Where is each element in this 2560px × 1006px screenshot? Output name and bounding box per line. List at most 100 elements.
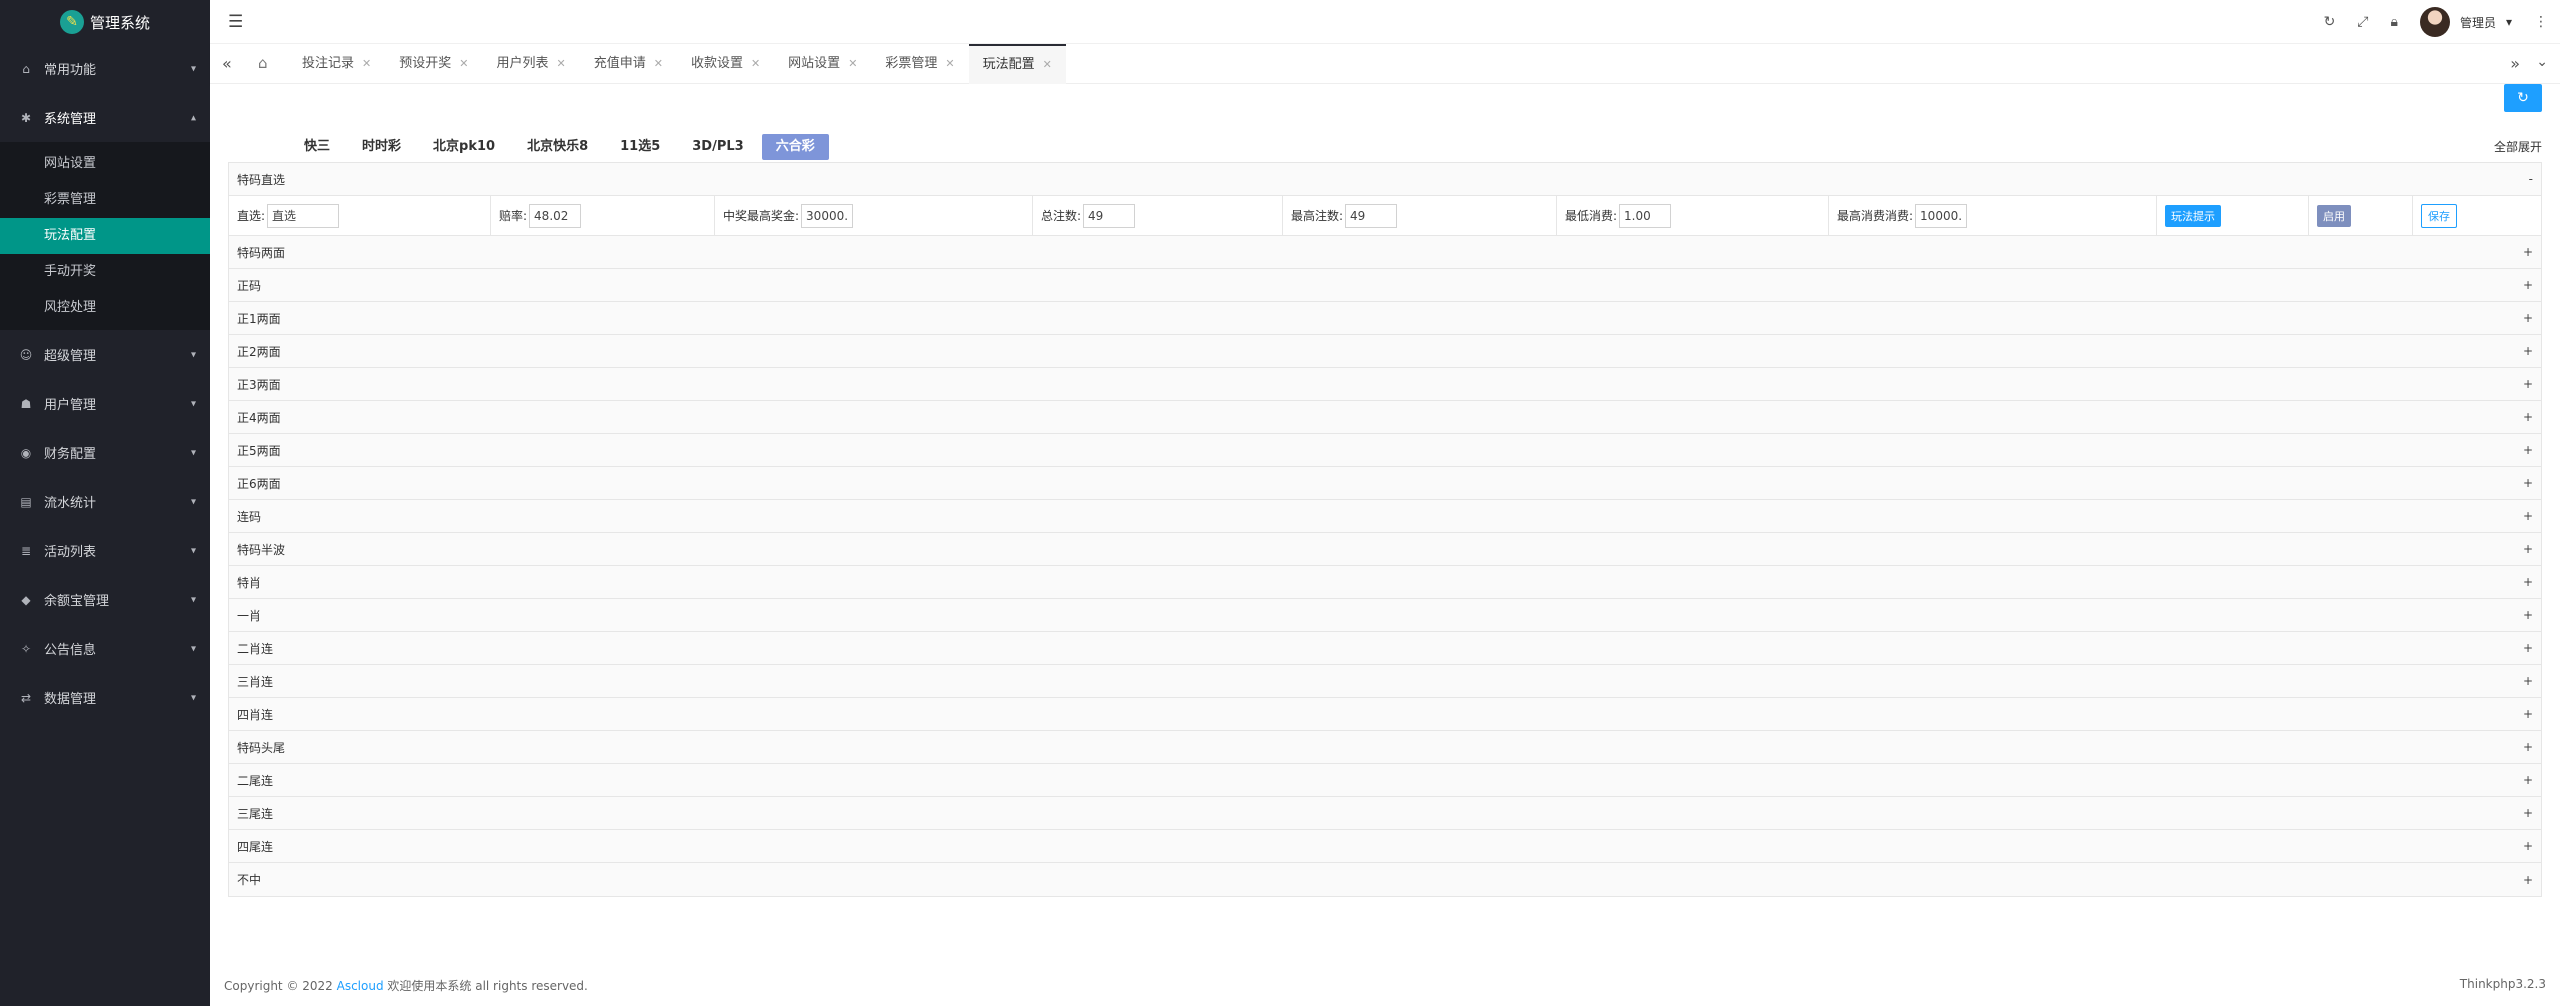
sidebar-subitem-play-config[interactable]: 玩法配置: [0, 218, 210, 254]
close-icon[interactable]: ✕: [654, 57, 663, 70]
lottery-tab-kl8[interactable]: 北京快乐8: [513, 134, 602, 160]
brand-link[interactable]: Ascloud: [337, 979, 384, 993]
sidebar-item-system[interactable]: ✱ 系统管理 ▴: [0, 93, 210, 142]
close-icon[interactable]: ✕: [1043, 58, 1052, 71]
max-prize-input[interactable]: [801, 203, 854, 228]
sidebar-item-stats[interactable]: ▤ 流水统计 ▾: [0, 477, 210, 526]
play-group-row[interactable]: 正5两面 +: [229, 434, 2541, 467]
chevron-down-icon[interactable]: ⌄: [2536, 54, 2548, 70]
play-group-row[interactable]: 连码 +: [229, 500, 2541, 533]
lottery-tab-pk10[interactable]: 北京pk10: [419, 134, 509, 160]
expand-icon[interactable]: +: [2523, 707, 2533, 721]
expand-icon[interactable]: +: [2523, 608, 2533, 622]
tab-user-list[interactable]: 用户列表 ✕: [482, 44, 579, 84]
sidebar-item-yuebao[interactable]: ◆ 余额宝管理 ▾: [0, 575, 210, 624]
play-tip-button[interactable]: 玩法提示: [2165, 204, 2221, 227]
sidebar-item-data[interactable]: ⇄ 数据管理 ▾: [0, 673, 210, 722]
enable-button[interactable]: 启用: [2317, 204, 2351, 227]
tab-recharge[interactable]: 充值申请 ✕: [580, 44, 677, 84]
sidebar-item-common[interactable]: ⌂ 常用功能 ▾: [0, 44, 210, 93]
sidebar-subitem-manual-draw[interactable]: 手动开奖: [0, 254, 210, 290]
play-group-row[interactable]: 四尾连 +: [229, 830, 2541, 863]
sidebar-subitem-risk[interactable]: 风控处理: [0, 290, 210, 326]
tab-site-settings[interactable]: 网站设置 ✕: [774, 44, 871, 84]
save-button[interactable]: 保存: [2421, 203, 2457, 228]
close-icon[interactable]: ✕: [556, 57, 565, 70]
collapse-icon[interactable]: -: [2529, 172, 2533, 186]
play-group-header[interactable]: 特码直选 -: [229, 163, 2541, 196]
sidebar-item-notice[interactable]: ✧ 公告信息 ▾: [0, 624, 210, 673]
play-group-row[interactable]: 二肖连 +: [229, 632, 2541, 665]
play-name-input[interactable]: [267, 203, 340, 228]
expand-icon[interactable]: +: [2523, 542, 2533, 556]
odds-input[interactable]: [529, 203, 582, 228]
play-group-row[interactable]: 一肖 +: [229, 599, 2541, 632]
max-cost-input[interactable]: [1915, 203, 1968, 228]
play-group-row[interactable]: 正6两面 +: [229, 467, 2541, 500]
expand-icon[interactable]: +: [2523, 344, 2533, 358]
sidebar-item-users[interactable]: ☗ 用户管理 ▾: [0, 379, 210, 428]
play-group-row[interactable]: 特肖 +: [229, 566, 2541, 599]
home-tab-icon[interactable]: ⌂: [258, 54, 268, 72]
play-group-row[interactable]: 正3两面 +: [229, 368, 2541, 401]
play-group-row[interactable]: 不中 +: [229, 863, 2541, 896]
expand-icon[interactable]: +: [2523, 674, 2533, 688]
play-group-row[interactable]: 正码 +: [229, 269, 2541, 302]
expand-icon[interactable]: +: [2523, 873, 2533, 887]
expand-icon[interactable]: +: [2523, 509, 2533, 523]
expand-icon[interactable]: +: [2523, 476, 2533, 490]
sidebar-item-activities[interactable]: ≣ 活动列表 ▾: [0, 526, 210, 575]
close-icon[interactable]: ✕: [751, 57, 760, 70]
expand-icon[interactable]: +: [2523, 311, 2533, 325]
play-group-row[interactable]: 二尾连 +: [229, 764, 2541, 797]
tabs-prev-icon[interactable]: «: [222, 54, 232, 73]
expand-icon[interactable]: +: [2523, 410, 2533, 424]
lottery-tab-3d[interactable]: 3D/PL3: [678, 134, 757, 160]
lottery-tab-k3[interactable]: 快三: [290, 134, 344, 160]
sidebar-subitem-site-settings[interactable]: 网站设置: [0, 146, 210, 182]
play-group-row[interactable]: 特码两面 +: [229, 236, 2541, 269]
fullscreen-icon[interactable]: ⤢: [2357, 14, 2368, 30]
expand-icon[interactable]: +: [2523, 245, 2533, 259]
close-icon[interactable]: ✕: [459, 57, 468, 70]
expand-icon[interactable]: +: [2523, 839, 2533, 853]
min-cost-input[interactable]: [1619, 203, 1672, 228]
sidebar-item-super-admin[interactable]: ☺ 超级管理 ▾: [0, 330, 210, 379]
menu-toggle-icon[interactable]: ☰: [228, 12, 243, 32]
expand-all-link[interactable]: 全部展开: [2494, 138, 2542, 155]
play-group-row[interactable]: 正4两面 +: [229, 401, 2541, 434]
play-group-row[interactable]: 正2两面 +: [229, 335, 2541, 368]
lock-icon[interactable]: 🔒︎: [2391, 14, 2398, 30]
close-icon[interactable]: ✕: [945, 57, 954, 70]
play-group-row[interactable]: 正1两面 +: [229, 302, 2541, 335]
app-logo[interactable]: ✎ 管理系统: [0, 0, 210, 44]
expand-icon[interactable]: +: [2523, 278, 2533, 292]
lottery-tab-ssc[interactable]: 时时彩: [348, 134, 415, 160]
user-menu[interactable]: 管理员 ▾: [2419, 7, 2512, 37]
lottery-tab-lhc[interactable]: 六合彩: [761, 134, 829, 160]
expand-icon[interactable]: +: [2523, 377, 2533, 391]
tab-payment-settings[interactable]: 收款设置 ✕: [677, 44, 774, 84]
play-group-row[interactable]: 三尾连 +: [229, 797, 2541, 830]
total-bets-input[interactable]: [1083, 203, 1136, 228]
expand-icon[interactable]: +: [2523, 575, 2533, 589]
tab-bet-records[interactable]: 投注记录 ✕: [288, 44, 385, 84]
sidebar-subitem-lottery[interactable]: 彩票管理: [0, 182, 210, 218]
expand-icon[interactable]: +: [2523, 443, 2533, 457]
refresh-icon[interactable]: ↻: [2324, 14, 2336, 30]
tabs-next-icon[interactable]: »: [2510, 54, 2520, 73]
expand-icon[interactable]: +: [2523, 806, 2533, 820]
reload-button[interactable]: ↻: [2504, 84, 2542, 112]
sidebar-item-finance[interactable]: ◉ 财务配置 ▾: [0, 428, 210, 477]
close-icon[interactable]: ✕: [848, 57, 857, 70]
expand-icon[interactable]: +: [2523, 740, 2533, 754]
expand-icon[interactable]: +: [2523, 773, 2533, 787]
play-group-row[interactable]: 三肖连 +: [229, 665, 2541, 698]
expand-icon[interactable]: +: [2523, 641, 2533, 655]
lottery-tab-11x5[interactable]: 11选5: [606, 134, 674, 160]
close-icon[interactable]: ✕: [362, 57, 371, 70]
play-group-row[interactable]: 特码半波 +: [229, 533, 2541, 566]
tab-play-config[interactable]: 玩法配置 ✕: [968, 44, 1066, 84]
tab-lottery-manage[interactable]: 彩票管理 ✕: [871, 44, 968, 84]
play-group-row[interactable]: 特码头尾 +: [229, 731, 2541, 764]
